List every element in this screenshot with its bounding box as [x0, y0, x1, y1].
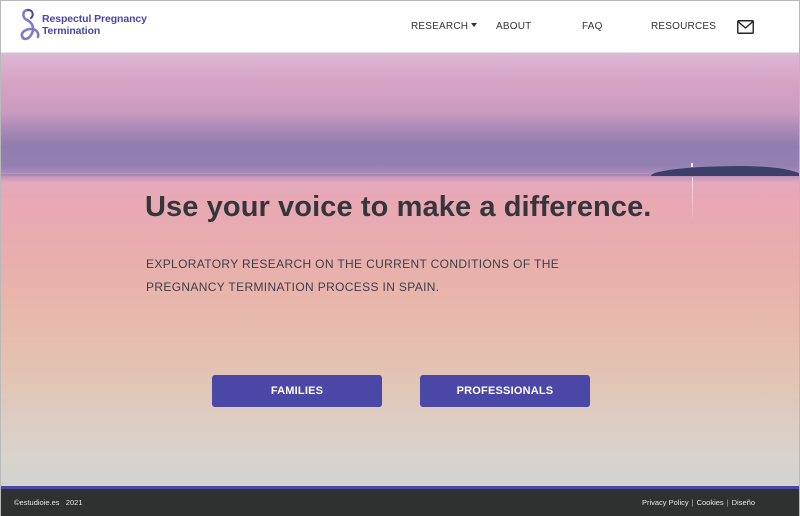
families-button[interactable]: FAMILIES [212, 375, 382, 407]
hero-section: Use your voice to make a difference. EXP… [1, 53, 799, 486]
logo-line-2: Termination [42, 25, 101, 37]
professionals-button[interactable]: PROFESSIONALS [420, 375, 590, 407]
footer-links: Privacy Policy | Cookies | Diseño [642, 498, 755, 507]
site-header: Respectul Pregnancy Termination RESEARCH… [1, 1, 799, 53]
nav-resources[interactable]: RESOURCES [651, 21, 716, 32]
site-logo[interactable]: Respectul Pregnancy Termination [19, 7, 147, 43]
nav-research-label: RESEARCH [411, 21, 469, 32]
hero-lighthouse [691, 163, 693, 167]
logo-text: Respectul Pregnancy Termination [42, 13, 147, 38]
footer-separator: | [691, 498, 694, 507]
cookies-link[interactable]: Cookies [697, 498, 724, 507]
hero-title: Use your voice to make a difference. [145, 191, 652, 223]
nav-faq[interactable]: FAQ [582, 21, 603, 32]
caret-down-icon [471, 23, 478, 28]
logo-line-1: Respectul Pregnancy [42, 12, 147, 25]
hero-subtitle: EXPLORATORY RESEARCH ON THE CURRENT COND… [146, 257, 560, 294]
design-link[interactable]: Diseño [732, 498, 755, 507]
hero-light-reflection [692, 177, 693, 222]
nav-research[interactable]: RESEARCH [411, 21, 478, 32]
nav-about[interactable]: ABOUT [496, 21, 531, 32]
envelope-icon[interactable] [737, 20, 754, 34]
logo-ribbon-icon [20, 8, 40, 41]
site-footer: ©estudioie.es 2021 Privacy Policy | Cook… [1, 486, 799, 516]
footer-copyright: ©estudioie.es 2021 [14, 498, 83, 507]
privacy-policy-link[interactable]: Privacy Policy [642, 498, 689, 507]
footer-separator: | [726, 498, 729, 507]
hero-background-clouds [1, 113, 799, 173]
